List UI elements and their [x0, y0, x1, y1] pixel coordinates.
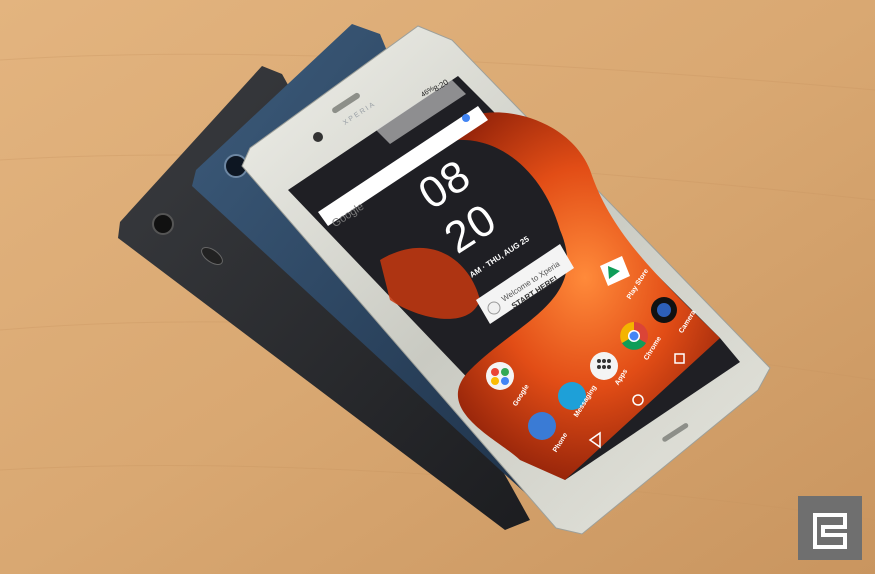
app-label-apps[interactable]: Apps: [614, 368, 629, 387]
brand-logo-text: XPERIA: [342, 100, 378, 127]
app-label-play-store[interactable]: Play Store: [626, 268, 650, 301]
google-search-label[interactable]: Google: [330, 201, 366, 230]
app-label-messaging[interactable]: Messaging: [573, 384, 598, 418]
app-label-phone[interactable]: Phone: [552, 432, 569, 454]
app-label-chrome[interactable]: Chrome: [643, 336, 663, 362]
battery-level: 46%: [420, 85, 436, 99]
app-label-camera[interactable]: Camera: [678, 309, 698, 334]
app-label-google[interactable]: Google: [512, 384, 531, 408]
